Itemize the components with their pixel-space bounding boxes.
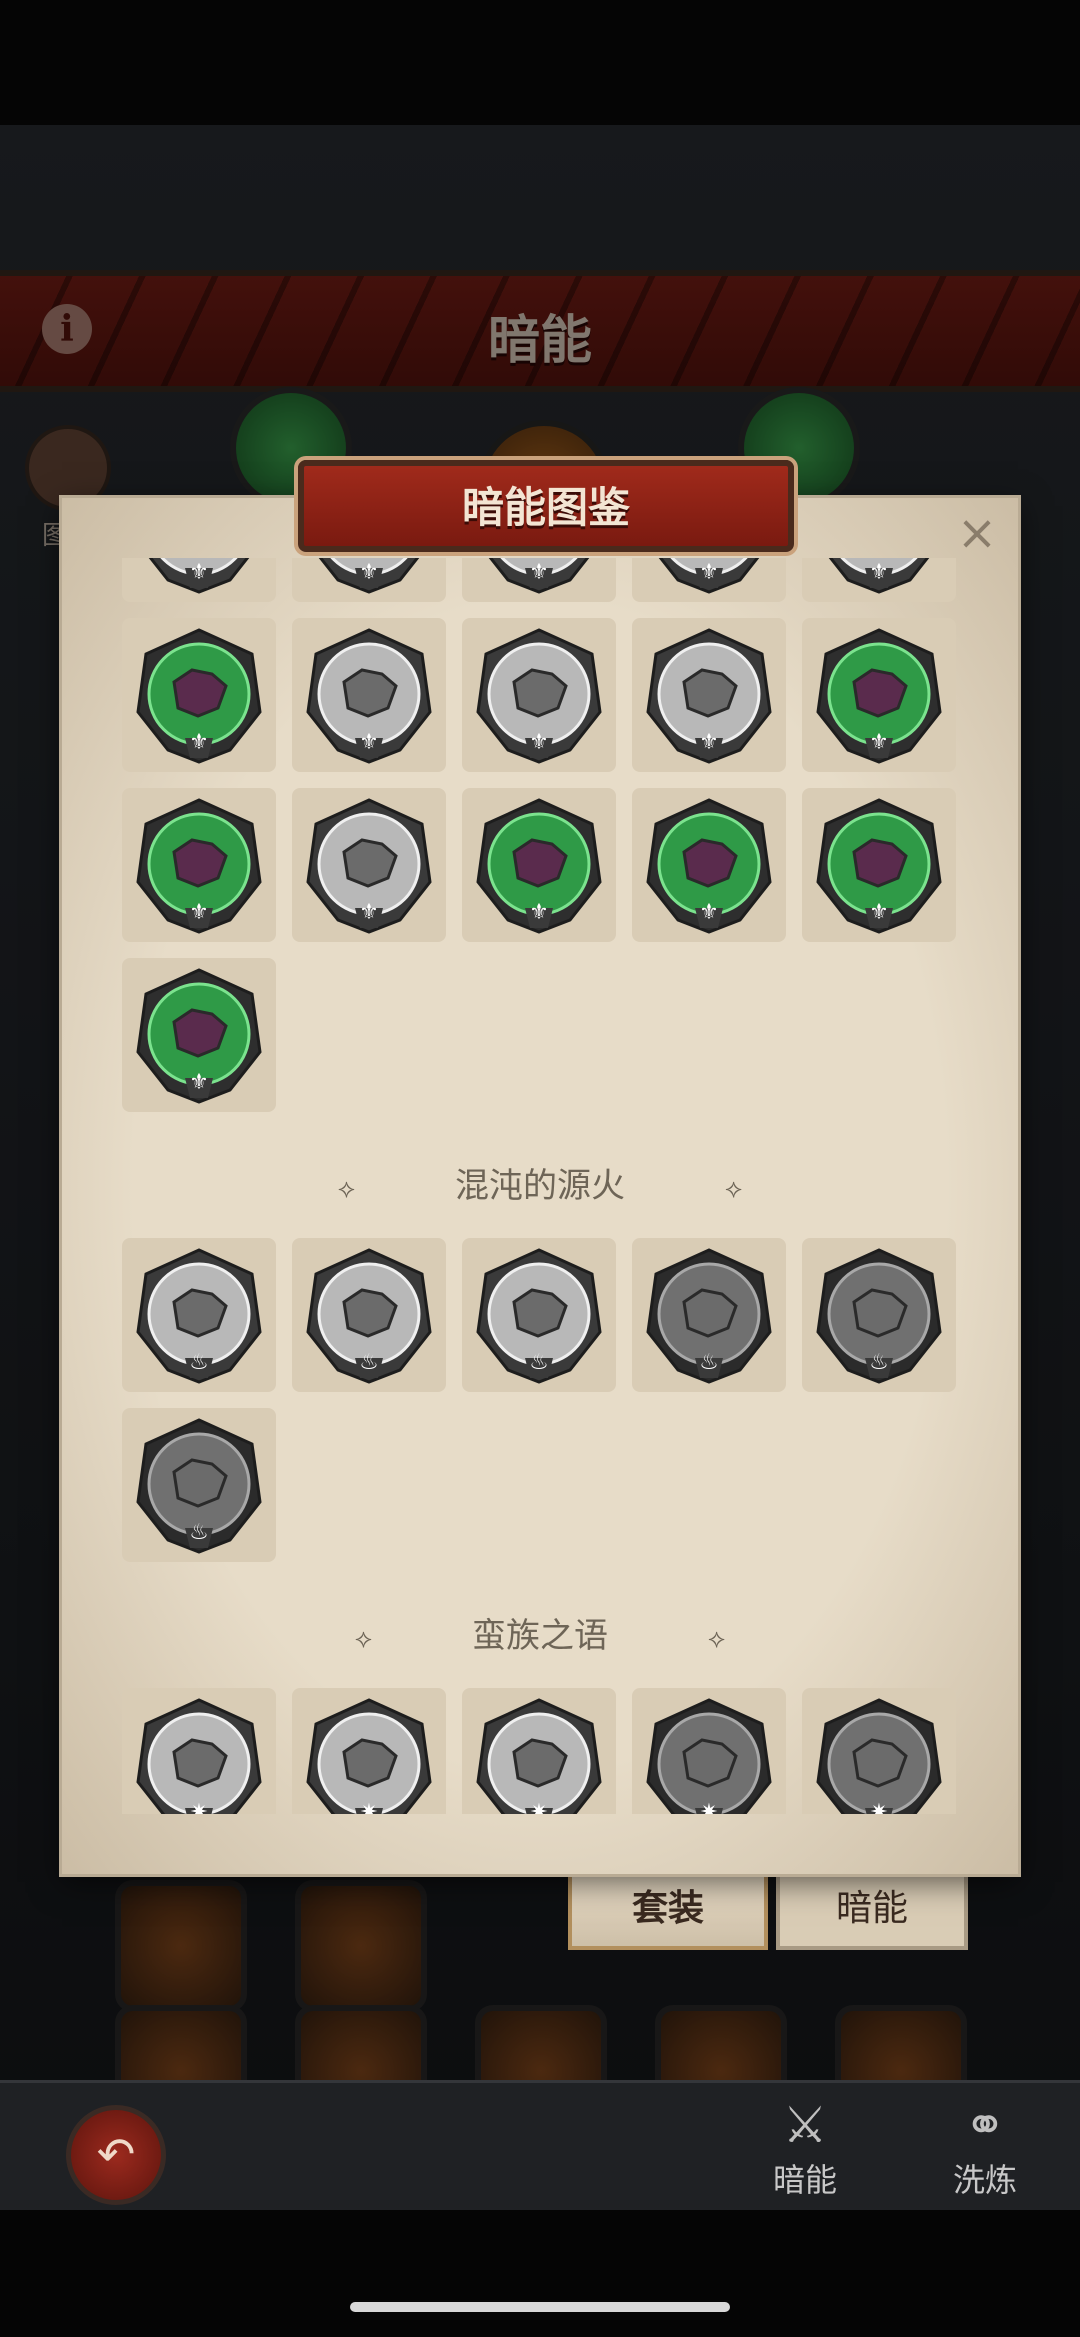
modal-title: 暗能图鉴 — [461, 483, 630, 532]
tab-suit[interactable]: 套装 — [568, 1870, 768, 1950]
set-mark-icon: ⚜ — [189, 1070, 209, 1095]
codex-item[interactable]: ⚜ — [632, 558, 786, 602]
nav-tab-label: 暗能 — [772, 2161, 837, 2199]
triangle-circles-icon: ⚭ — [964, 2096, 1006, 2154]
codex-item[interactable]: ⚜ — [122, 618, 276, 772]
set-mark-icon: ♨ — [869, 1350, 889, 1375]
ornament-icon: ⟡ — [337, 1174, 355, 1204]
tab-dark-energy[interactable]: 暗能 — [776, 1870, 968, 1950]
codex-item[interactable]: ✷ — [292, 1688, 446, 1814]
set-mark-icon: ⚜ — [189, 730, 209, 755]
set-mark-icon: ♨ — [359, 1350, 379, 1375]
codex-item[interactable]: ♨ — [462, 1238, 616, 1392]
set-mark-icon: ⚜ — [529, 730, 549, 755]
codex-item[interactable]: ⚜ — [802, 618, 956, 772]
close-button[interactable]: × — [952, 508, 1002, 558]
set-mark-icon: ⚜ — [869, 900, 889, 925]
codex-item[interactable]: ♨ — [632, 1238, 786, 1392]
codex-item[interactable]: ♨ — [122, 1238, 276, 1392]
codex-item[interactable]: ♨ — [292, 1238, 446, 1392]
ornament-icon: ⟡ — [354, 1624, 372, 1654]
set-mark-icon: ⚜ — [529, 560, 549, 585]
codex-item[interactable]: ⚜ — [802, 558, 956, 602]
section-title-text: 混沌的源火 — [455, 1166, 625, 1206]
home-indicator[interactable] — [350, 2302, 730, 2312]
nav-tab-label: 洗炼 — [952, 2161, 1017, 2199]
codex-item[interactable]: ♨ — [802, 1238, 956, 1392]
set-mark-icon: ♨ — [189, 1350, 209, 1375]
set-mark-icon: ⚜ — [359, 560, 379, 585]
set-mark-icon: ✷ — [359, 1800, 379, 1814]
back-button[interactable]: ↶ — [66, 2105, 166, 2205]
codex-item[interactable]: ♨ — [122, 1408, 276, 1562]
set-mark-icon: ✷ — [189, 1800, 209, 1814]
set-mark-icon: ⚜ — [359, 900, 379, 925]
modal-title-banner: 暗能图鉴 — [298, 460, 794, 552]
codex-item[interactable]: ⚜ — [292, 618, 446, 772]
set-mark-icon: ♨ — [699, 1350, 719, 1375]
set-mark-icon: ♨ — [529, 1350, 549, 1375]
set-mark-icon: ⚜ — [699, 560, 719, 585]
codex-scroll-area[interactable]: ⚜ ⚜ ⚜ ⚜ ⚜ ⚜ ⚜ ⚜ ⚜ ⚜ ⚜ ⚜ ⚜ ⚜ ⚜ ⚜ ⟡ 混沌的源火 ⟡ ♨ ♨ ♨ ♨ ♨ ♨ ⟡ 蛮族之语 ⟡ ✷ ✷ ✷ ✷ ✷ — [122, 558, 958, 1814]
section-title: ⟡ 蛮族之语 ⟡ — [122, 1608, 958, 1657]
set-mark-icon: ⚜ — [869, 560, 889, 585]
set-mark-icon: ⚜ — [699, 730, 719, 755]
set-mark-icon: ✷ — [529, 1800, 549, 1814]
codex-item[interactable]: ⚜ — [802, 788, 956, 942]
codex-item[interactable]: ⚜ — [632, 788, 786, 942]
ornament-icon: ⟡ — [708, 1624, 726, 1654]
sword-icon: ⚔ — [782, 2096, 828, 2154]
set-mark-icon: ⚜ — [529, 900, 549, 925]
codex-item[interactable]: ✷ — [462, 1688, 616, 1814]
nav-tab-dark-energy[interactable]: ⚔ 暗能 — [750, 2095, 860, 2201]
codex-item[interactable]: ⚜ — [292, 788, 446, 942]
codex-item[interactable]: ⚜ — [462, 618, 616, 772]
codex-item[interactable]: ⚜ — [122, 558, 276, 602]
codex-item[interactable]: ⚜ — [122, 788, 276, 942]
set-mark-icon: ✷ — [699, 1800, 719, 1814]
set-mark-icon: ⚜ — [699, 900, 719, 925]
codex-item[interactable]: ⚜ — [292, 558, 446, 602]
codex-item[interactable]: ✷ — [632, 1688, 786, 1814]
nav-tab-refine[interactable]: ⚭ 洗炼 — [930, 2095, 1040, 2201]
set-mark-icon: ✷ — [869, 1800, 889, 1814]
codex-item[interactable]: ⚜ — [122, 958, 276, 1112]
section-title: ⟡ 混沌的源火 ⟡ — [122, 1158, 958, 1207]
section-title-text: 蛮族之语 — [472, 1616, 608, 1656]
set-mark-icon: ⚜ — [359, 730, 379, 755]
codex-item[interactable]: ✷ — [802, 1688, 956, 1814]
set-mark-icon: ♨ — [189, 1520, 209, 1545]
codex-item[interactable]: ✷ — [122, 1688, 276, 1814]
set-mark-icon: ⚜ — [189, 560, 209, 585]
set-mark-icon: ⚜ — [869, 730, 889, 755]
codex-modal: × ⚜ ⚜ ⚜ ⚜ ⚜ ⚜ ⚜ ⚜ ⚜ ⚜ ⚜ ⚜ ⚜ ⚜ ⚜ ⚜ ⟡ 混沌的源火 ⟡ ♨ ♨ ♨ ♨ ♨ ♨ ⟡ 蛮族之语 ⟡ ✷ ✷ ✷… — [62, 498, 1018, 1874]
codex-item[interactable]: ⚜ — [462, 558, 616, 602]
codex-item[interactable]: ⚜ — [632, 618, 786, 772]
codex-item[interactable]: ⚜ — [462, 788, 616, 942]
set-mark-icon: ⚜ — [189, 900, 209, 925]
ornament-icon: ⟡ — [725, 1174, 743, 1204]
